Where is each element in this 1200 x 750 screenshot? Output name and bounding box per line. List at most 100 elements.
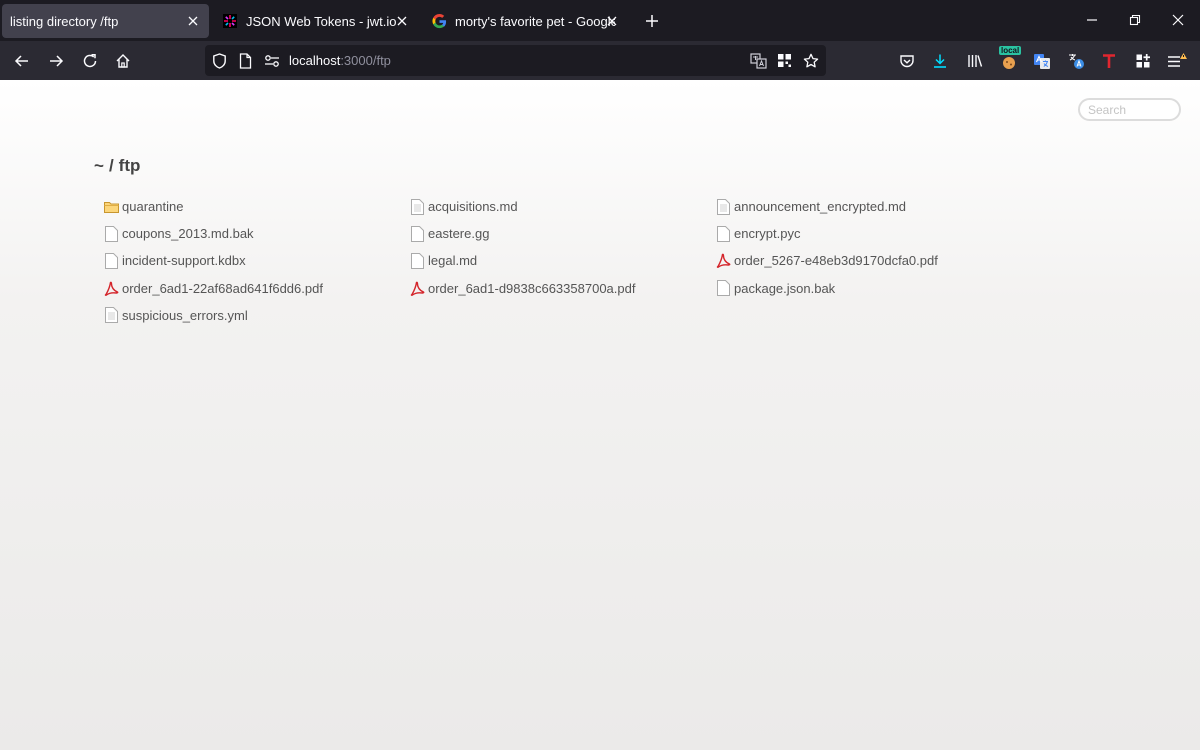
minimize-icon xyxy=(1087,19,1097,21)
tab-listing-directory[interactable]: listing directory /ftp xyxy=(2,4,209,38)
google-translate-icon xyxy=(1034,54,1050,69)
blank-file-icon xyxy=(103,225,119,242)
file-item-announcement-encrypted[interactable]: announcement_encrypted.md xyxy=(715,193,1021,220)
tab-google-search[interactable]: morty's favorite pet - Google Se xyxy=(423,4,628,38)
extensions-button[interactable] xyxy=(1130,48,1156,74)
pocket-button[interactable] xyxy=(894,48,920,74)
file-name: eastere.gg xyxy=(428,226,490,242)
file-name: order_6ad1-d9838c663358700a.pdf xyxy=(428,280,636,296)
tracking-protection-shield-icon[interactable] xyxy=(211,52,228,69)
tab-jwt-io[interactable]: JSON Web Tokens - jwt.io xyxy=(214,4,418,38)
file-name: suspicious_errors.yml xyxy=(122,307,248,323)
page-content: ~/ ftp quarantine acquisitions.md announc… xyxy=(0,80,1200,750)
folder-icon xyxy=(103,199,119,215)
blank-file-icon xyxy=(409,252,425,269)
t-extension-button[interactable] xyxy=(1096,48,1122,74)
file-item-suspicious-errors[interactable]: suspicious_errors.yml xyxy=(103,302,409,329)
file-item-order-6ad1-22af[interactable]: order_6ad1-22af68ad641f6dd6.pdf xyxy=(103,275,409,302)
url-host: localhost xyxy=(289,53,341,68)
breadcrumb-separator: / xyxy=(108,156,114,175)
file-item-order-6ad1-d983[interactable]: order_6ad1-d9838c663358700a.pdf xyxy=(409,275,715,302)
url-path: :3000/ftp xyxy=(340,53,391,68)
pdf-file-icon xyxy=(715,253,731,269)
back-arrow-icon xyxy=(14,55,28,67)
close-tab-icon[interactable] xyxy=(394,13,410,29)
blank-file-icon xyxy=(409,225,425,242)
bookmark-star-icon[interactable] xyxy=(802,52,819,69)
download-arrow-icon xyxy=(934,54,946,68)
breadcrumb-current-link[interactable]: ftp xyxy=(119,156,141,175)
url-text[interactable]: localhost:3000/ftp xyxy=(289,53,391,68)
file-name: announcement_encrypted.md xyxy=(734,199,907,215)
address-bar[interactable]: localhost:3000/ftp xyxy=(205,45,826,76)
minimize-button[interactable] xyxy=(1080,8,1104,32)
file-item-acquisitions[interactable]: acquisitions.md xyxy=(409,193,715,220)
translator-icon xyxy=(1069,54,1084,69)
translator-extension-button[interactable] xyxy=(1063,48,1089,74)
library-icon xyxy=(968,55,983,67)
qr-code-icon[interactable] xyxy=(776,52,793,69)
breadcrumb-home-link[interactable]: ~ xyxy=(94,156,104,175)
file-name: order_5267-e48eb3d9170dcfa0.pdf xyxy=(734,253,938,269)
page-title: ~ / ftp xyxy=(94,156,140,176)
reload-icon xyxy=(83,54,97,68)
page-info-icon[interactable] xyxy=(237,52,254,69)
file-item-eastere[interactable]: eastere.gg xyxy=(409,220,715,247)
tab-strip: listing directory /ftp JSON Web Tokens -… xyxy=(0,0,1200,41)
tab-title: JSON Web Tokens - jwt.io xyxy=(246,13,397,29)
search-input[interactable] xyxy=(1078,98,1181,121)
file-item-order-5267[interactable]: order_5267-e48eb3d9170dcfa0.pdf xyxy=(715,247,1021,274)
library-button[interactable] xyxy=(962,48,988,74)
forward-button[interactable] xyxy=(43,48,69,74)
file-name: encrypt.pyc xyxy=(734,226,801,242)
file-list: quarantine acquisitions.md announcement_… xyxy=(103,193,1023,329)
navigation-toolbar: localhost:3000/ftp local xyxy=(0,41,1200,80)
hamburger-menu-icon xyxy=(1168,53,1187,67)
back-button[interactable] xyxy=(9,48,35,74)
restore-icon xyxy=(1129,14,1141,26)
file-name: quarantine xyxy=(122,199,184,215)
file-item-incident-support[interactable]: incident-support.kdbx xyxy=(103,247,409,274)
pocket-icon xyxy=(900,55,914,68)
google-logo-icon xyxy=(431,13,447,29)
file-name: coupons_2013.md.bak xyxy=(122,226,254,242)
app-menu-button[interactable] xyxy=(1164,48,1190,74)
file-item-package-json-bak[interactable]: package.json.bak xyxy=(715,275,1021,302)
file-name: incident-support.kdbx xyxy=(122,253,246,269)
blank-file-icon xyxy=(715,225,731,242)
plus-icon xyxy=(646,15,658,27)
pdf-file-icon xyxy=(103,280,119,296)
file-name: order_6ad1-22af68ad641f6dd6.pdf xyxy=(122,280,323,296)
close-icon xyxy=(1172,14,1184,26)
extension-badge: local xyxy=(999,46,1022,55)
file-item-encrypt-pyc[interactable]: encrypt.pyc xyxy=(715,220,1021,247)
tab-title: listing directory /ftp xyxy=(10,13,119,29)
file-item-coupons[interactable]: coupons_2013.md.bak xyxy=(103,220,409,247)
downloads-button[interactable] xyxy=(927,48,953,74)
text-file-icon xyxy=(103,307,119,324)
jwt-logo-icon xyxy=(222,13,238,29)
close-tab-icon[interactable] xyxy=(185,13,201,29)
home-icon xyxy=(116,54,130,68)
file-item-legal[interactable]: legal.md xyxy=(409,247,715,274)
translate-extension-button[interactable] xyxy=(1029,48,1055,74)
permissions-icon[interactable] xyxy=(263,52,280,69)
text-file-icon xyxy=(409,198,425,215)
file-name: legal.md xyxy=(428,253,478,269)
forward-arrow-icon xyxy=(50,55,64,67)
file-item-quarantine[interactable]: quarantine xyxy=(103,193,409,220)
restore-button[interactable] xyxy=(1123,8,1147,32)
file-name: package.json.bak xyxy=(734,280,836,296)
blank-file-icon xyxy=(715,280,731,297)
tab-title: morty's favorite pet - Google Se xyxy=(455,13,615,29)
extensions-grid-icon xyxy=(1136,54,1150,68)
text-file-icon xyxy=(715,198,731,215)
close-tab-icon[interactable] xyxy=(604,13,620,29)
translate-page-icon[interactable] xyxy=(750,52,767,69)
new-tab-button[interactable] xyxy=(640,9,664,33)
home-button[interactable] xyxy=(110,48,136,74)
close-window-button[interactable] xyxy=(1166,8,1190,32)
pdf-file-icon xyxy=(409,280,425,296)
blank-file-icon xyxy=(103,252,119,269)
reload-button[interactable] xyxy=(77,48,103,74)
